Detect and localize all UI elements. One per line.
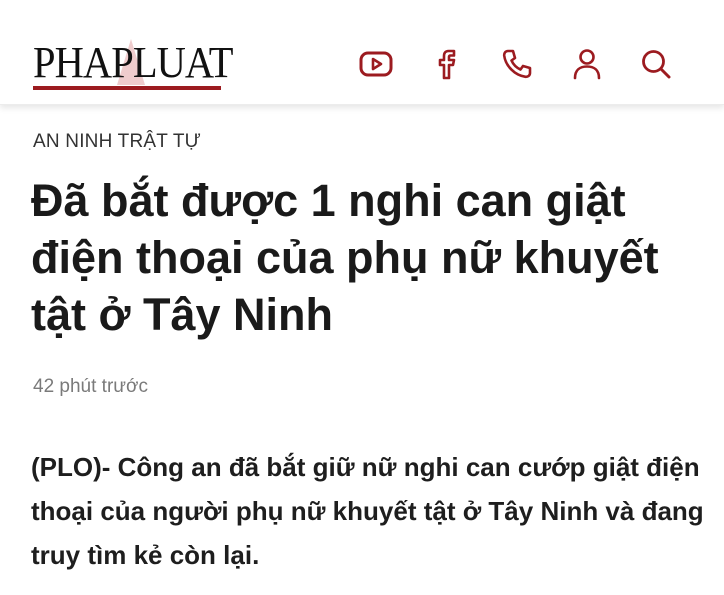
phone-icon[interactable] (497, 44, 537, 84)
article-category[interactable]: AN NINH TRẬT TỰ (33, 131, 201, 153)
logo-underline (33, 86, 221, 90)
facebook-icon[interactable] (428, 44, 468, 84)
youtube-icon[interactable] (356, 44, 396, 84)
article-lead: (PLO)- Công an đã bắt giữ nữ nghi can cư… (31, 452, 704, 570)
article-title: Đã bắt được 1 nghi can giật điện thoại c… (31, 175, 659, 340)
header-icon-bar (0, 44, 724, 84)
site-header: PHAPLUAT (0, 0, 724, 105)
search-icon[interactable] (636, 44, 676, 84)
article-timestamp: 42 phút trước (33, 376, 148, 397)
user-icon[interactable] (567, 44, 607, 84)
